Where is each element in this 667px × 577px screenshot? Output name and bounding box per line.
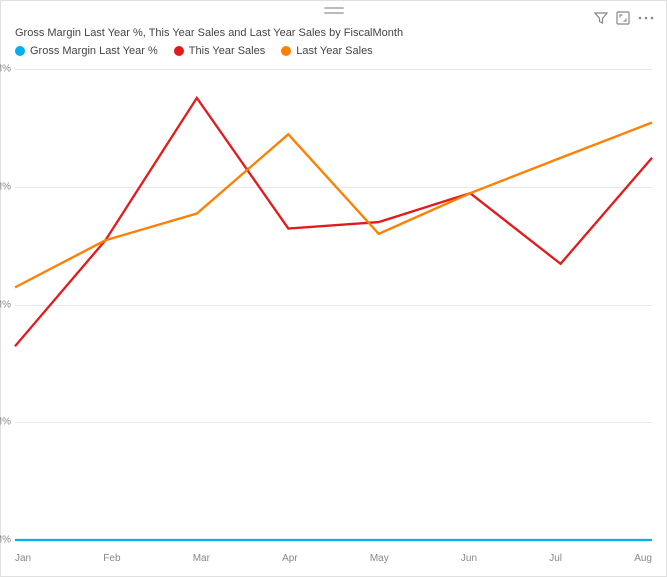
chart-container: Gross Margin Last Year %, This Year Sale… [0, 0, 667, 577]
x-label-jul: Jul [549, 553, 562, 564]
legend-label-this-year: This Year Sales [189, 45, 265, 57]
last-year-line [15, 123, 652, 288]
x-label-feb: Feb [103, 553, 120, 564]
x-label-apr: Apr [282, 553, 298, 564]
y-label-400m: 400M% [0, 64, 15, 75]
x-label-jan: Jan [15, 553, 31, 564]
legend-item-this-year: This Year Sales [174, 45, 265, 57]
drag-handle[interactable] [324, 7, 344, 14]
legend-dot-last-year [281, 46, 291, 56]
filter-icon[interactable] [594, 11, 608, 28]
more-options-icon[interactable] [638, 11, 654, 28]
chart-area: 400M% 300M% 200M% 100M% 0M% Jan Feb Mar … [15, 69, 652, 540]
legend-label-last-year: Last Year Sales [296, 45, 372, 57]
legend-item-gross-margin: Gross Margin Last Year % [15, 45, 158, 57]
chart-svg [15, 69, 652, 540]
y-label-0m: 0M% [0, 535, 15, 546]
chart-title: Gross Margin Last Year %, This Year Sale… [15, 27, 403, 39]
x-label-aug: Aug [634, 553, 652, 564]
x-label-may: May [370, 553, 389, 564]
legend-item-last-year: Last Year Sales [281, 45, 372, 57]
legend-dot-this-year [174, 46, 184, 56]
legend: Gross Margin Last Year % This Year Sales… [15, 45, 373, 57]
expand-icon[interactable] [616, 11, 630, 28]
toolbar [594, 11, 654, 28]
x-label-jun: Jun [461, 553, 477, 564]
x-label-mar: Mar [193, 553, 210, 564]
top-bar [1, 7, 666, 14]
y-label-200m: 200M% [0, 299, 15, 310]
legend-dot-gross-margin [15, 46, 25, 56]
x-axis-labels: Jan Feb Mar Apr May Jun Jul Aug [15, 553, 652, 564]
y-label-100m: 100M% [0, 417, 15, 428]
this-year-line [15, 98, 652, 346]
y-label-300m: 300M% [0, 181, 15, 192]
legend-label-gross-margin: Gross Margin Last Year % [30, 45, 158, 57]
